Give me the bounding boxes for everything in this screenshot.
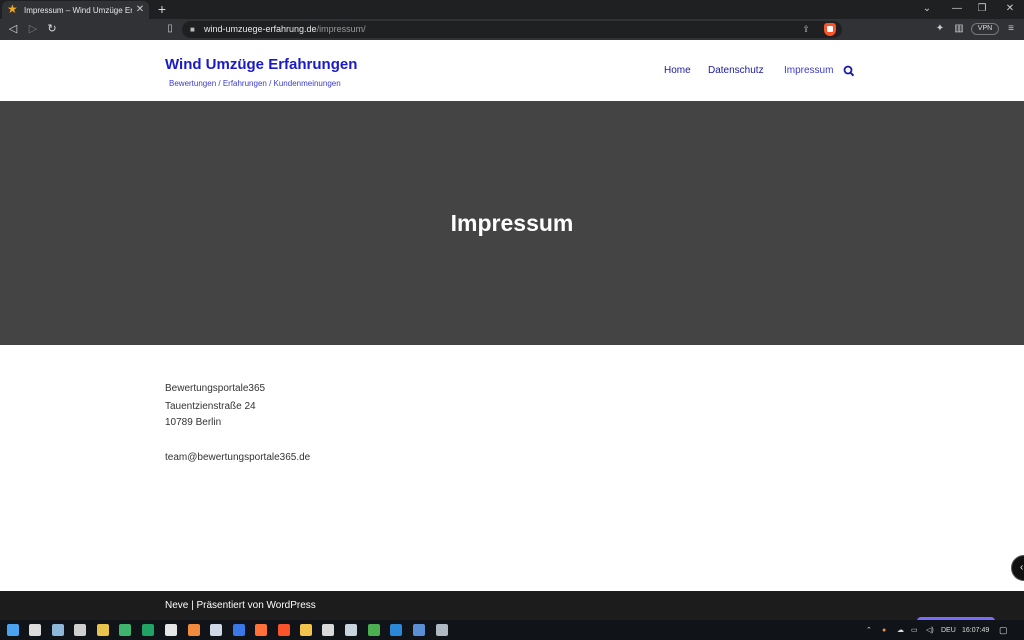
close-tab-icon[interactable]: ✕: [135, 4, 145, 15]
taskbar-app-icon[interactable]: [97, 624, 109, 636]
site-header: Wind Umzüge Erfahrungen Bewertungen / Er…: [0, 40, 1024, 101]
forward-icon[interactable]: ▷: [26, 22, 40, 36]
taskbar-app-icon[interactable]: [210, 624, 222, 636]
new-tab-button[interactable]: +: [155, 2, 169, 16]
brave-shields-icon[interactable]: [824, 23, 836, 36]
taskbar-app-icon[interactable]: [52, 624, 64, 636]
taskbar-app-icon[interactable]: [390, 624, 402, 636]
city-address: 10789 Berlin: [165, 417, 222, 428]
taskbar-app-icon[interactable]: [413, 624, 425, 636]
menu-icon[interactable]: ≡: [1004, 22, 1018, 36]
screen: ★ Impressum – Wind Umzüge Erfahrungen ✕ …: [0, 0, 1024, 640]
brave-taskbar-icon[interactable]: [278, 624, 290, 636]
cloud-icon[interactable]: ☁: [897, 625, 904, 636]
menu-item-datenschutz[interactable]: Datenschutz: [708, 64, 764, 78]
taskbar-app-icon[interactable]: [74, 624, 86, 636]
hero-banner: Impressum: [0, 101, 1024, 345]
bookmark-icon[interactable]: ▯: [163, 22, 177, 36]
file-explorer-icon[interactable]: [300, 624, 312, 636]
minimize-icon[interactable]: —: [950, 2, 964, 16]
menu-item-impressum[interactable]: Impressum: [784, 64, 833, 78]
site-title[interactable]: Wind Umzüge Erfahrungen: [165, 55, 405, 74]
contact-email[interactable]: team@bewertungsportale365.de: [165, 451, 310, 465]
restore-icon[interactable]: ❐: [975, 2, 989, 16]
street-address: Tauentzienstraße 24: [165, 401, 256, 412]
url-text: wind-umzuege-erfahrung.de/impressum/: [204, 24, 366, 34]
taskbar-app-icon[interactable]: [142, 624, 154, 636]
tray-chevron-icon[interactable]: ⌃: [866, 625, 872, 636]
browser-toolbar: ◁ ▷ ↻ ▯ ■ wind-umzuege-erfahrung.de/impr…: [0, 19, 1024, 40]
lock-icon: ■: [190, 25, 195, 34]
chrome-icon[interactable]: [368, 624, 380, 636]
star-favicon-icon: ★: [7, 2, 18, 16]
footer-credits[interactable]: Neve | Präsentiert von WordPress: [165, 599, 316, 612]
company-name: Bewertungsportale365: [165, 383, 266, 394]
browser-tab[interactable]: ★ Impressum – Wind Umzüge Erfahrungen ✕: [2, 1, 149, 19]
clock[interactable]: 16:07:49: [962, 625, 989, 636]
firefox-icon[interactable]: [255, 624, 267, 636]
reload-icon[interactable]: ↻: [45, 22, 59, 36]
taskbar-app-icon[interactable]: [345, 624, 357, 636]
browser-tab-strip: ★ Impressum – Wind Umzüge Erfahrungen ✕ …: [0, 0, 1024, 19]
taskbar-app-icon[interactable]: [29, 624, 41, 636]
vpn-button[interactable]: VPN: [971, 23, 999, 35]
site-tagline: Bewertungen / Erfahrungen / Kundenmeinun…: [169, 79, 341, 88]
tab-search-icon[interactable]: ⌄: [920, 2, 934, 16]
taskbar-app-icon[interactable]: [165, 624, 177, 636]
notifications-icon[interactable]: ▢: [999, 625, 1008, 636]
close-window-icon[interactable]: ✕: [1003, 2, 1017, 16]
scroll-to-top-button[interactable]: ‹: [1011, 555, 1024, 581]
tray-app-icon[interactable]: ●: [882, 625, 886, 636]
tab-title: Impressum – Wind Umzüge Erfahrungen: [24, 6, 132, 15]
page-title: Impressum: [450, 210, 574, 236]
start-icon[interactable]: [7, 624, 19, 636]
windows-taskbar: ⌃ ● ☁ ▭ ◁) DEU 16:07:49 ▢: [0, 620, 1024, 640]
back-icon[interactable]: ◁: [6, 22, 20, 36]
menu-item-home[interactable]: Home: [664, 64, 691, 78]
address-bar[interactable]: ■ wind-umzuege-erfahrung.de/impressum/ ⇪: [182, 21, 842, 38]
language-indicator[interactable]: DEU: [941, 625, 956, 636]
search-icon[interactable]: [843, 64, 855, 78]
volume-icon[interactable]: ◁): [926, 625, 934, 636]
taskbar-app-icon[interactable]: [188, 624, 200, 636]
taskbar-app-icon[interactable]: [322, 624, 334, 636]
taskbar-app-icon[interactable]: [233, 624, 245, 636]
sidebar-icon[interactable]: ▥: [952, 22, 966, 36]
share-icon[interactable]: ⇪: [800, 23, 812, 36]
taskbar-app-icon[interactable]: [119, 624, 131, 636]
site-footer: Neve | Präsentiert von WordPress: [0, 591, 1024, 621]
taskbar-app-icon[interactable]: [436, 624, 448, 636]
extensions-icon[interactable]: ✦: [933, 22, 947, 36]
network-icon[interactable]: ▭: [911, 625, 918, 636]
